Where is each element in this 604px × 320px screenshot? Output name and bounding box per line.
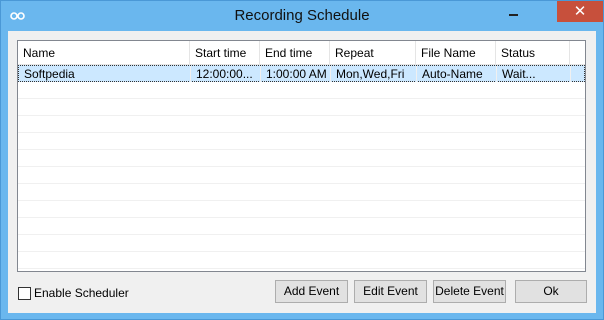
empty-row [18, 235, 585, 252]
column-header-repeat[interactable]: Repeat [330, 41, 416, 65]
empty-row [18, 252, 585, 269]
schedule-list[interactable]: Name Start time End time Repeat File Nam… [17, 40, 586, 272]
enable-scheduler-option[interactable]: Enable Scheduler [18, 285, 129, 301]
list-header: Name Start time End time Repeat File Nam… [18, 41, 585, 65]
empty-row [18, 82, 585, 99]
minimize-icon [509, 14, 518, 16]
close-button[interactable]: ✕ [557, 1, 603, 22]
cell-file-name: Auto-Name [417, 66, 497, 82]
close-icon: ✕ [573, 3, 587, 20]
column-header-end-time[interactable]: End time [260, 41, 330, 65]
column-header-file-name[interactable]: File Name [416, 41, 496, 65]
cell-name: Softpedia [19, 66, 191, 82]
recording-schedule-window: Recording Schedule ✕ Name Start time End… [0, 0, 604, 320]
empty-row [18, 167, 585, 184]
checkbox-icon[interactable] [18, 286, 31, 300]
cell-start-time: 12:00:00... [191, 66, 261, 82]
empty-row [18, 184, 585, 201]
empty-row [18, 133, 585, 150]
add-event-button[interactable]: Add Event [275, 280, 348, 303]
empty-row [18, 116, 585, 133]
empty-row [18, 150, 585, 167]
cell-end-time: 1:00:00 AM [261, 66, 331, 82]
empty-row [18, 201, 585, 218]
column-header-status[interactable]: Status [496, 41, 570, 65]
cell-status: Wait... [497, 66, 571, 82]
enable-scheduler-label: Enable Scheduler [34, 286, 129, 300]
empty-row [18, 218, 585, 235]
cell-repeat: Mon,Wed,Fri [331, 66, 417, 82]
delete-event-button[interactable]: Delete Event [433, 280, 506, 303]
column-header-name[interactable]: Name [18, 41, 190, 65]
title-bar[interactable]: Recording Schedule ✕ [1, 1, 603, 31]
edit-event-button[interactable]: Edit Event [354, 280, 427, 303]
ok-button[interactable]: Ok [515, 280, 587, 303]
table-row[interactable]: Softpedia 12:00:00... 1:00:00 AM Mon,Wed… [18, 65, 585, 82]
list-rows: Softpedia 12:00:00... 1:00:00 AM Mon,Wed… [18, 65, 585, 269]
empty-row [18, 99, 585, 116]
column-header-start-time[interactable]: Start time [190, 41, 260, 65]
minimize-button[interactable] [499, 1, 528, 22]
dialog-client-area: Name Start time End time Repeat File Nam… [8, 31, 596, 313]
